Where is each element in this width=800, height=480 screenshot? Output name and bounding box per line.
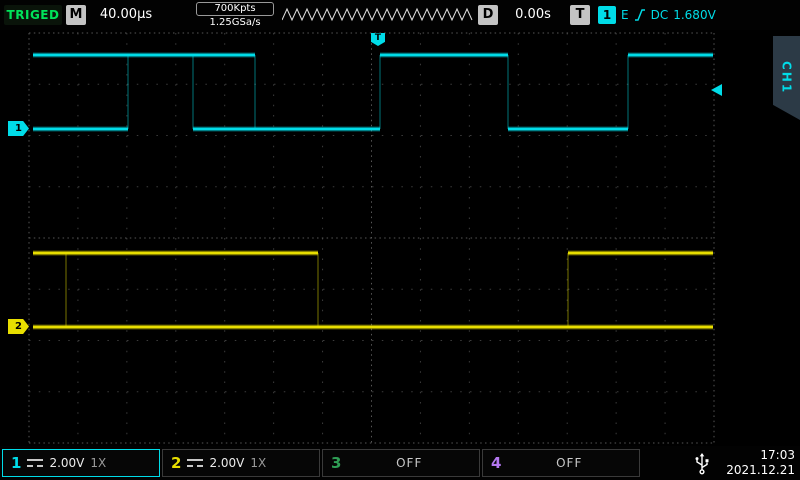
channel-3-number: 3 (331, 454, 341, 472)
ch2-level-marker[interactable]: 2 (8, 319, 29, 334)
trigger-menu-button[interactable]: T (570, 5, 590, 25)
usb-icon (694, 451, 710, 475)
timebase-value: 40.00µs (88, 5, 164, 25)
trigger-coupling: DC (651, 8, 669, 22)
sample-rate: 1.25GSa/s (196, 16, 274, 30)
channel-4-number: 4 (491, 454, 501, 472)
channel-2-box[interactable]: 2 2.00V 1X (162, 449, 320, 477)
dc-coupling-icon (27, 458, 43, 468)
trigger-source-badge: 1 (598, 6, 616, 24)
trigger-level: 1.680V (673, 8, 716, 22)
channel-1-scale: 2.00V (49, 456, 84, 470)
trigger-level-arrow[interactable] (711, 84, 722, 96)
waveform-preview-icon (282, 7, 474, 23)
channel-4-status: OFF (507, 456, 631, 470)
channel-3-status: OFF (347, 456, 471, 470)
oscilloscope-screen: TRIGED M 40.00µs 700Kpts 1.25GSa/s D 0.0… (0, 0, 800, 480)
trigger-edge-label: E (621, 8, 629, 22)
dc-coupling-icon (187, 458, 203, 468)
channel-1-probe: 1X (90, 456, 106, 470)
channel-2-scale: 2.00V (209, 456, 244, 470)
ch1-level-marker[interactable]: 1 (8, 121, 29, 136)
time-value: 17:03 (726, 448, 795, 463)
channel-2-probe: 1X (250, 456, 266, 470)
ch1-menu-tab[interactable]: CH1 (773, 36, 800, 120)
top-status-bar: TRIGED M 40.00µs 700Kpts 1.25GSa/s D 0.0… (0, 0, 800, 30)
bottom-status-bar: 1 2.00V 1X 2 2.00V 1X 3 OFF 4 OFF (0, 446, 800, 480)
rising-edge-icon (634, 8, 646, 22)
clock: 17:03 2021.12.21 (726, 448, 795, 478)
trigger-status: TRIGED (4, 5, 62, 25)
timebase-menu-button[interactable]: M (66, 5, 86, 25)
channel-3-box[interactable]: 3 OFF (322, 449, 480, 477)
trigger-settings-chip[interactable]: 1 E DC 1.680V (598, 5, 716, 25)
acquisition-info: 700Kpts 1.25GSa/s (196, 2, 274, 30)
memory-depth: 700Kpts (196, 2, 274, 16)
date-value: 2021.12.21 (726, 463, 795, 478)
channel-1-box[interactable]: 1 2.00V 1X (2, 449, 160, 477)
channel-1-number: 1 (11, 454, 21, 472)
trigger-position-marker[interactable]: T (371, 33, 385, 46)
channel-4-box[interactable]: 4 OFF (482, 449, 640, 477)
delay-menu-button[interactable]: D (478, 5, 498, 25)
channel-2-number: 2 (171, 454, 181, 472)
graticule-and-traces (0, 0, 800, 480)
delay-value: 0.00s (500, 5, 566, 25)
